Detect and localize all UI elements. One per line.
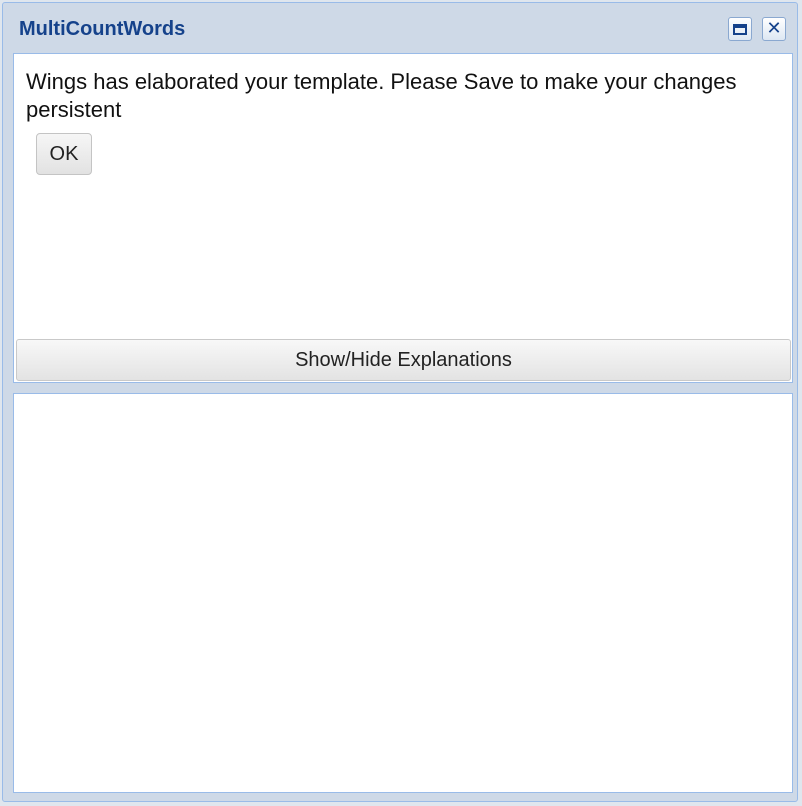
close-button[interactable]: ✕ <box>762 17 786 41</box>
dialog-window: MultiCountWords ✕ Wings has elaborated y… <box>2 2 798 802</box>
maximize-icon <box>733 23 747 35</box>
explanations-panel <box>13 393 793 793</box>
window-titlebar[interactable]: MultiCountWords ✕ <box>3 3 797 51</box>
window-title: MultiCountWords <box>19 18 186 40</box>
message-text: Wings has elaborated your template. Plea… <box>26 69 737 122</box>
show-hide-explanations-button[interactable]: Show/Hide Explanations <box>16 339 791 381</box>
close-icon: ✕ <box>766 18 782 39</box>
ok-button[interactable]: OK <box>36 133 92 175</box>
maximize-button[interactable] <box>728 17 752 41</box>
message-panel: Wings has elaborated your template. Plea… <box>13 53 793 383</box>
